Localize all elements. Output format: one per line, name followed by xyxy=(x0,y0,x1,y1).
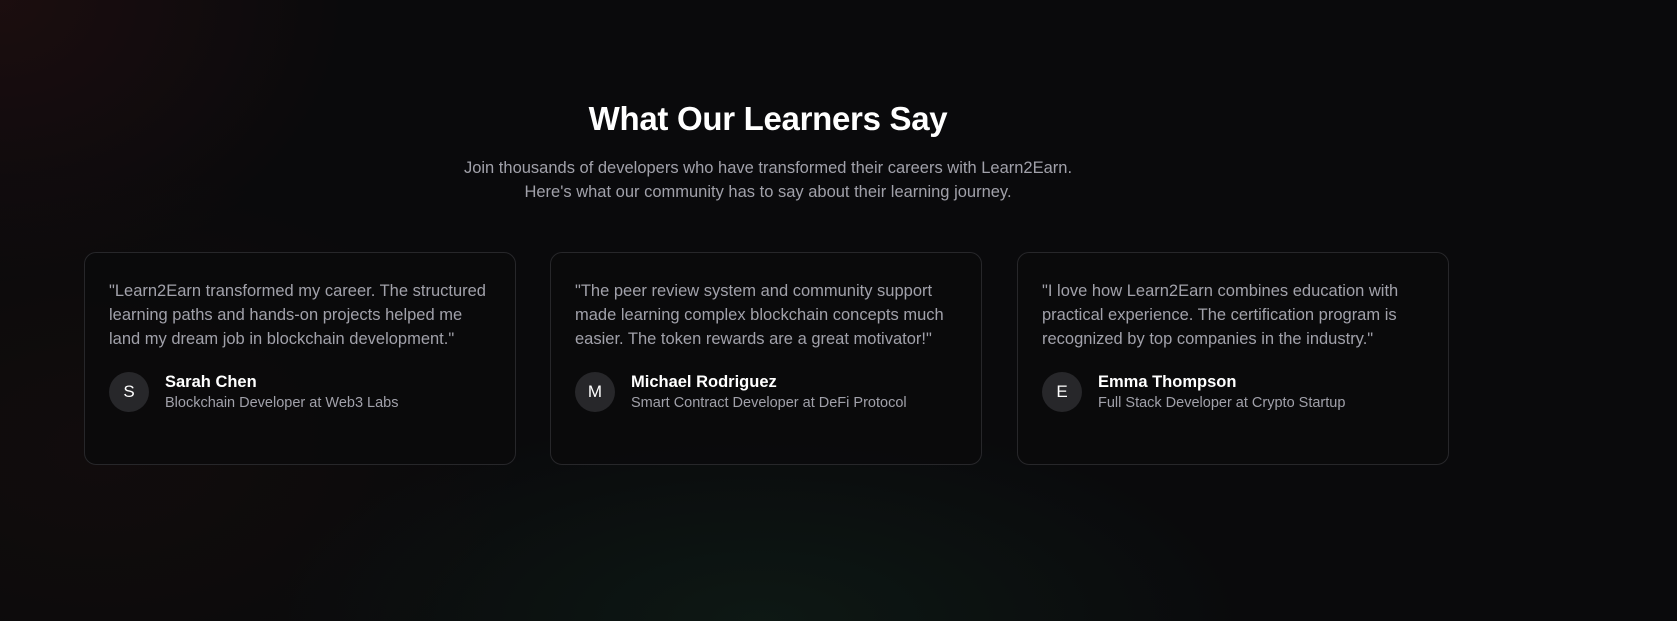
testimonial-card: "Learn2Earn transformed my career. The s… xyxy=(84,252,516,465)
author-name: Emma Thompson xyxy=(1098,373,1237,391)
testimonial-quote: "Learn2Earn transformed my career. The s… xyxy=(109,282,486,348)
testimonial-quote: "The peer review system and community su… xyxy=(575,282,944,348)
author-name: Michael Rodriguez xyxy=(631,373,777,391)
testimonial-author: E Emma Thompson Full Stack Developer at … xyxy=(1042,371,1424,413)
author-role: Blockchain Developer at Web3 Labs xyxy=(165,395,399,411)
testimonial-quote: "I love how Learn2Earn combines educatio… xyxy=(1042,282,1399,348)
testimonial-author: M Michael Rodriguez Smart Contract Devel… xyxy=(575,371,957,413)
subtitle-line-2: Here's what our community has to say abo… xyxy=(524,183,1012,201)
section-title: What Our Learners Say xyxy=(588,100,948,137)
testimonial-card: "The peer review system and community su… xyxy=(550,252,982,465)
section-subtitle: Join thousands of developers who have tr… xyxy=(0,156,1536,204)
avatar: E xyxy=(1042,372,1082,412)
testimonial-card: "I love how Learn2Earn combines educatio… xyxy=(1017,252,1449,465)
avatar: M xyxy=(575,372,615,412)
author-role: Smart Contract Developer at DeFi Protoco… xyxy=(631,395,907,411)
author-role: Full Stack Developer at Crypto Startup xyxy=(1098,395,1346,411)
subtitle-line-1: Join thousands of developers who have tr… xyxy=(463,159,1073,177)
avatar: S xyxy=(109,372,149,412)
testimonial-author: S Sarah Chen Blockchain Developer at Web… xyxy=(109,371,491,413)
author-name: Sarah Chen xyxy=(165,373,257,391)
